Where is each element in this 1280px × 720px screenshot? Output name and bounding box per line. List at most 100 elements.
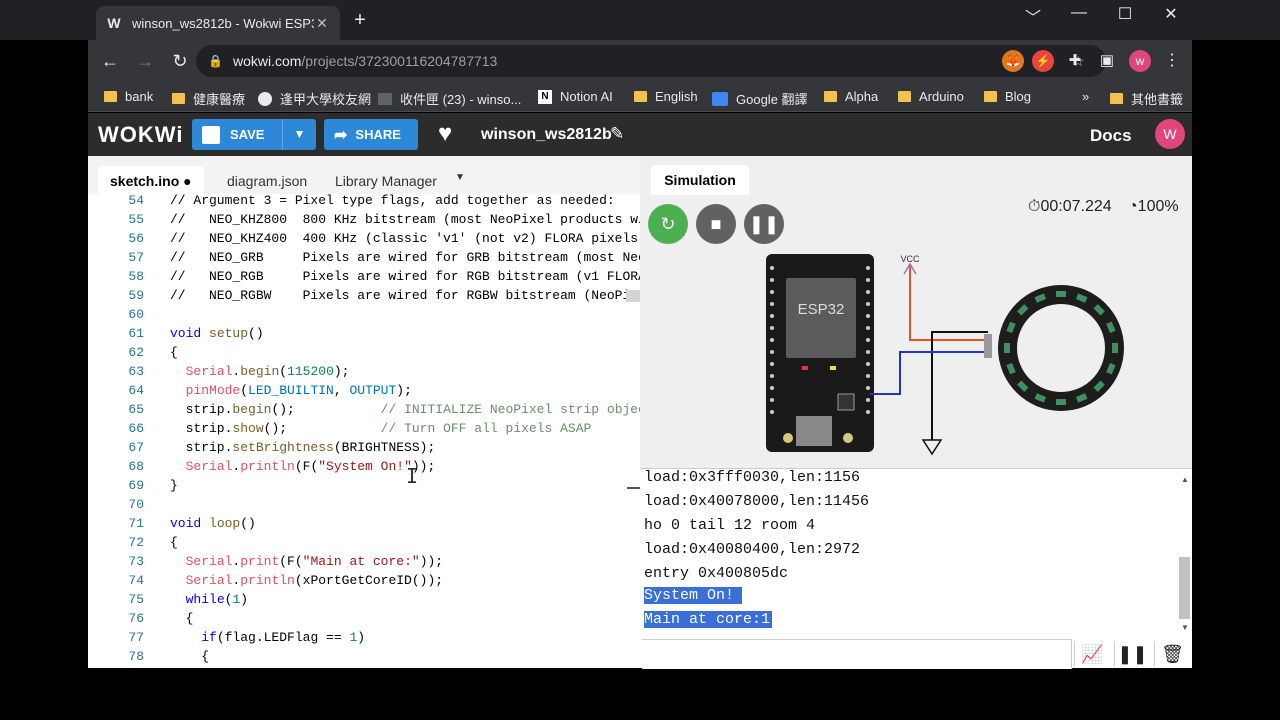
folder-icon [634,91,647,102]
save-label: SAVE [230,127,265,142]
extension-icon[interactable]: ⚡ [1032,50,1054,72]
tab-library-manager[interactable]: Library Manager [323,166,449,194]
tab-diagram-json[interactable]: diagram.json [215,166,319,194]
bookmark-other[interactable]: 其他書籤 [1110,89,1183,108]
metamask-extension-icon[interactable]: 🦊 [1002,50,1024,72]
editor-tabs: sketch.ino ● diagram.json Library Manage… [88,156,640,194]
pencil-icon[interactable]: ✎ [610,124,624,144]
neopixel-led [1056,399,1066,405]
neopixel-ring[interactable] [998,285,1124,411]
code-line: 59// NEO_RGBW Pixels are wired for RGBW … [128,288,640,303]
serial-monitor: load:0x3fff0030,len:1156 load:0x40078000… [640,468,1192,669]
heart-icon[interactable]: ♥ [438,120,452,148]
profile-avatar[interactable]: w [1129,50,1151,72]
tab-search-icon[interactable]: ﹀ [1018,4,1048,28]
wokwi-header: WOKWi SAVE ▼ ➦ SHARE ♥ winson_ws2812b ✎ … [88,113,1192,156]
tab-sketch-ino[interactable]: sketch.ino ● [98,166,204,194]
esp32-board[interactable]: ESP32 [766,254,874,452]
globe-icon [258,91,272,106]
code-line: 57// NEO_GRB Pixels are wired for GRB bi… [128,250,640,265]
code-line: 70 [128,497,144,512]
code-line: 65 strip.begin(); // INITIALIZE NeoPixel… [128,402,640,417]
browser-tab[interactable]: W winson_ws2812b - Wokwi ESP3 ✕ [96,6,340,40]
serial-line: ho 0 tail 12 room 4 [644,517,816,534]
bookmark-item[interactable]: N Notion AI [538,89,613,104]
bookmark-item[interactable]: bank [104,89,153,104]
bookmark-label: Arduino [919,89,964,104]
code-editor[interactable]: 54// Argument 3 = Pixel type flags, add … [88,194,640,668]
code-line: 55// NEO_KHZ800 800 KHz bitstream (most … [128,212,640,227]
bookmark-label: 其他書籤 [1131,92,1184,107]
user-avatar[interactable]: W [1155,119,1185,149]
serial-scrollbar[interactable] [1179,557,1190,619]
bookmark-label: Notion AI [560,89,613,104]
bookmark-item[interactable]: Blog [984,89,1031,104]
code-line: 64 pinMode(LED_BUILTIN, OUTPUT); [128,383,412,398]
translate-icon [712,91,728,106]
pause-serial-icon[interactable]: ❚❚ [1114,641,1150,667]
bookmark-item[interactable]: Alpha [824,89,878,104]
save-button[interactable]: SAVE ▼ [192,119,316,150]
side-panel-icon[interactable]: ▣ [1096,50,1118,72]
save-dropdown-chevron-icon[interactable]: ▼ [282,119,316,150]
serial-input[interactable] [642,639,1072,669]
code-line: 75 while(1) [128,592,249,607]
plotter-icon[interactable]: 📈 [1074,641,1110,667]
code-line: 72{ [128,535,178,550]
share-button[interactable]: ➦ SHARE [324,119,418,150]
floppy-disk-icon [202,125,220,144]
code-line: 67 strip.setBrightness(BRIGHTNESS); [128,440,436,455]
code-line: 74 Serial.println(xPortGetCoreID()); [128,573,444,588]
bookmark-label: 逢甲大學校友網 [280,92,372,107]
simulation-pane: Simulation ↻ ■ ❚❚ ⏱00:07.224 ◔100% ESP32… [640,156,1192,468]
editor-vertical-scrollbar[interactable] [626,290,640,302]
extensions-puzzle-icon[interactable]: ✚ [1064,50,1086,72]
scroll-up-icon[interactable]: ▲ [1181,475,1189,484]
scroll-down-icon[interactable]: ▼ [1181,623,1189,632]
bookmark-item[interactable]: 收件匣 (23) - winso... [378,89,521,108]
code-line: 61 void setup() [128,326,264,341]
forward-arrow-icon[interactable]: → [129,45,161,77]
folder-icon [172,93,185,104]
code-line: 56// NEO_KHZ400 400 KHz (classic 'v1' (n… [128,231,640,246]
kebab-menu-icon[interactable]: ⋮ [1161,50,1183,72]
folder-icon [984,91,997,102]
vcc-label: VCC [900,254,920,264]
bookmarks-overflow-button[interactable]: » [1082,89,1089,104]
bookmark-item[interactable]: English [634,89,698,104]
new-tab-button[interactable]: + [350,10,370,30]
share-arrow-icon: ➦ [334,126,348,144]
close-tab-icon[interactable]: ✕ [314,15,330,32]
address-bar[interactable]: 🔒 wokwi.com /projects/372300116204787713… [196,45,1106,77]
code-line: 77 if(flag.LEDFlag == 1) [128,630,366,645]
serial-line: load:0x40080400,len:2972 [644,541,861,558]
serial-line-selected: System On! [644,587,743,604]
back-arrow-icon[interactable]: ← [94,45,126,77]
maximize-button[interactable]: ☐ [1110,4,1140,24]
esp32-label: ESP32 [798,301,845,318]
folder-icon [1110,93,1123,104]
minimize-button[interactable]: — [1064,4,1094,22]
close-window-button[interactable]: ✕ [1156,4,1186,24]
bookmark-item[interactable]: 逢甲大學校友網 [258,89,371,108]
tabs-dropdown-chevron-icon[interactable]: ▼ [455,172,465,183]
bookmark-item[interactable]: Google 翻譯 [712,89,808,108]
neopixel-led [1112,343,1118,353]
splitter-handle[interactable] [627,487,640,489]
neopixel-led [1056,291,1066,297]
code-line: 63 Serial.begin(115200); [128,364,350,379]
reload-icon[interactable]: ↻ [164,45,196,77]
project-name[interactable]: winson_ws2812b [481,126,612,144]
folder-icon [824,91,837,102]
wokwi-logo[interactable]: WOKWi [98,122,183,148]
docs-link[interactable]: Docs [1090,126,1132,146]
share-label: SHARE [355,127,401,142]
code-line: 66 strip.show(); // Turn OFF all pixels … [128,421,592,436]
code-line: 73 Serial.print(F("Main at core:")); [128,554,444,569]
bookmark-item[interactable]: Arduino [898,89,964,104]
code-line: 62{ [128,345,178,360]
trash-icon[interactable]: 🗑 [1154,641,1190,667]
bookmark-item[interactable]: 健康醫療 [172,89,245,108]
browser-tab-title: winson_ws2812b - Wokwi ESP3 [132,15,314,31]
serial-line: load:0x3fff0030,len:1156 [644,469,861,486]
